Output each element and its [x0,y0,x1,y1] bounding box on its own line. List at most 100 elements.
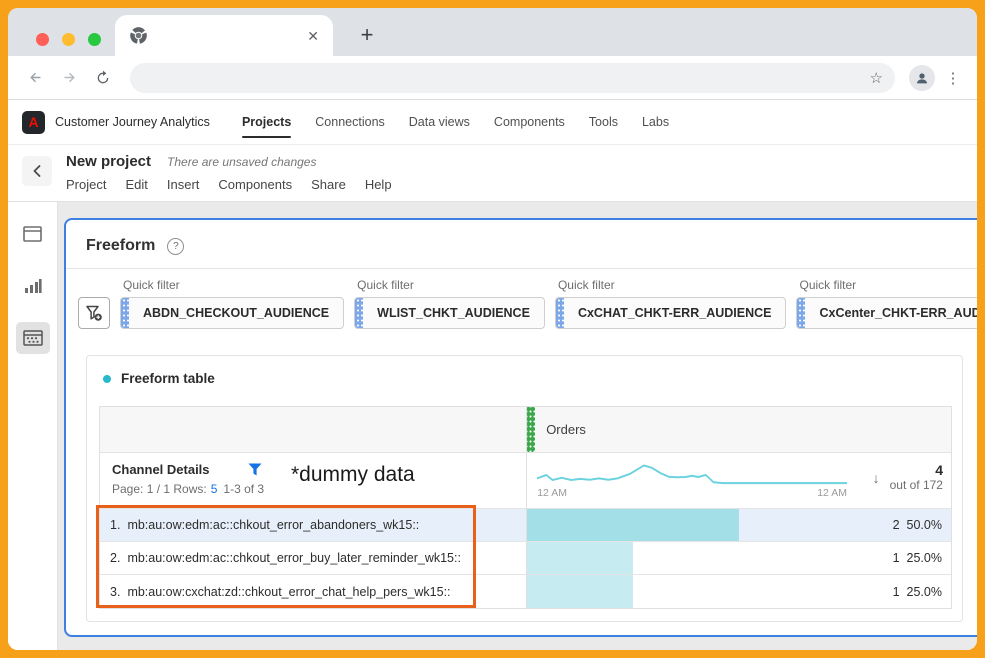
metric-name: Orders [546,422,586,437]
dimension-value: mb:au:ow:edm:ac::chkout_error_abandoners… [127,518,420,532]
address-bar[interactable]: ☆ [130,62,895,93]
quick-filter-3: Quick filter CxCHAT_CHKT-ERR_AUDIENCE [554,278,787,329]
visualization-title: Freeform table [121,371,215,386]
add-filter-button[interactable] [78,297,110,329]
quick-filter-label: Quick filter [799,278,857,292]
nav-item-labs[interactable]: Labs [642,100,669,144]
tab-strip: ✕ + [8,8,977,56]
sparkline-end-label: 12 AM [817,487,847,499]
value-bar [527,542,634,574]
menu-edit[interactable]: Edit [125,177,147,192]
drag-handle-icon[interactable] [797,298,806,328]
new-tab-button[interactable]: + [352,20,382,50]
filter-chip[interactable]: CxCHAT_CHKT-ERR_AUDIENCE [554,297,787,329]
menu-components[interactable]: Components [218,177,292,192]
window-controls [36,33,101,46]
nav-item-projects[interactable]: Projects [241,100,292,144]
nav-item-connections[interactable]: Connections [315,100,385,144]
metric-total-context: out of 172 [889,478,943,492]
row-number: 1. [110,518,121,532]
close-window-button[interactable] [36,33,49,46]
table-row[interactable]: 2. mb:au:ow:edm:ac::chkout_error_buy_lat… [100,542,951,575]
app-nav: A Customer Journey Analytics Projects Co… [8,100,977,145]
product-name: Customer Journey Analytics [55,115,210,129]
dimension-name: Channel Details [112,462,210,477]
drag-handle-icon[interactable] [121,298,129,328]
app-nav-items: Projects Connections Data views Componen… [241,100,669,144]
dimension-value: mb:au:ow:edm:ac::chkout_error_buy_later_… [127,551,461,565]
menu-project[interactable]: Project [66,177,106,192]
nav-item-data-views[interactable]: Data views [409,100,470,144]
rows-per-page-select[interactable]: 5 [211,482,218,496]
help-icon[interactable]: ? [167,237,185,255]
bookmark-star-icon[interactable]: ☆ [870,69,883,87]
menu-insert[interactable]: Insert [167,177,200,192]
quick-filter-label: Quick filter [557,278,615,292]
page-info: Page: 1 / 1 Rows: [112,482,207,496]
visualizations-icon[interactable] [16,270,50,302]
menu-help[interactable]: Help [365,177,392,192]
nav-item-components[interactable]: Components [494,100,565,144]
filter-chip-value: ABDN_CHECKOUT_AUDIENCE [143,306,330,320]
panels-icon[interactable] [16,218,50,250]
browser-tab[interactable]: ✕ [115,15,333,56]
quick-filter-2: Quick filter WLIST_CHKT_AUDIENCE [354,278,545,329]
metric-percent: 25.0% [906,584,942,599]
metric-value: 1 [892,584,900,599]
maximize-window-button[interactable] [88,33,101,46]
column-filter-icon[interactable] [248,463,262,476]
quick-filter-label: Quick filter [123,278,180,292]
minimize-window-button[interactable] [62,33,75,46]
visualization-dot-icon [103,374,111,383]
adobe-logo[interactable]: A [22,110,45,134]
orders-sparkline [536,461,848,489]
table-dimension-header-row: Channel Details Page: 1 / 1 Rows: 5 1-3 of… [100,453,951,509]
metric-percent: 25.0% [906,551,942,565]
panel-title: Freeform [86,237,156,254]
pagination: Page: 1 / 1 Rows: 5 1-3 of 3 [112,482,514,496]
person-icon [917,72,927,83]
row-number: 2. [110,551,121,565]
filter-chip[interactable]: ABDN_CHECKOUT_AUDIENCE [120,297,345,329]
browser-window: ✕ + ☆ ⋮ A Customer Journey Analytics Pro… [8,8,977,650]
menu-share[interactable]: Share [311,177,346,192]
browser-menu-icon[interactable]: ⋮ [943,65,963,91]
metric-percent: 50.0% [906,518,942,532]
metric-summary-cell: 12 AM 12 AM ↓ 4 out of 172 [527,453,951,508]
metric-value: 2 [892,518,900,532]
components-table-icon[interactable] [15,322,50,354]
freeform-panel: Freeform ? Quick filter ABDN_CHECKOUT_AU… [64,218,977,637]
filter-chip-value: WLIST_CHKT_AUDIENCE [377,306,530,320]
table-row[interactable]: 3. mb:au:ow:cxchat:zd::chkout_error_chat… [100,575,951,608]
table-row[interactable]: 1. mb:au:ow:edm:ac::chkout_error_abandon… [100,509,951,542]
table-metric-header-row: Orders [100,407,951,453]
reload-icon[interactable] [90,65,116,91]
forward-icon[interactable] [56,65,82,91]
value-bar [527,575,634,608]
workspace-canvas: Freeform ? Quick filter ABDN_CHECKOUT_AU… [58,202,977,650]
project-title: New project [66,153,152,170]
freeform-table: Orders Channel Details Page: 1 / 1 Rows:… [99,406,952,609]
drag-handle-icon[interactable] [355,298,364,328]
metric-value: 1 [892,551,900,565]
row-number: 3. [110,584,121,599]
filter-chip[interactable]: CxCenter_CHKT-ERR_AUDIENCE [796,297,977,329]
metric-total: 4 [935,462,943,478]
metric-header-cell[interactable]: Orders [527,407,951,452]
tab-close-icon[interactable]: ✕ [307,29,319,43]
back-icon[interactable] [22,65,48,91]
profile-avatar[interactable] [909,64,935,91]
chevron-left-icon [33,165,41,177]
freeform-table-visualization: Freeform table Orders Channel Details Pa… [86,355,963,622]
nav-item-tools[interactable]: Tools [589,100,618,144]
quick-filter-label: Quick filter [357,278,414,292]
collapse-left-panel-button[interactable] [22,156,52,186]
filter-chip[interactable]: WLIST_CHKT_AUDIENCE [354,297,545,329]
sort-descending-icon[interactable]: ↓ [873,470,880,486]
project-menubar: Project Edit Insert Components Share Hel… [66,177,392,192]
drag-handle-icon[interactable] [555,298,564,328]
filter-chip-value: CxCHAT_CHKT-ERR_AUDIENCE [577,306,772,320]
quick-filter-1: Quick filter ABDN_CHECKOUT_AUDIENCE [120,278,345,329]
metric-drag-handle-icon[interactable] [527,407,536,452]
chrome-favicon-icon [130,27,147,44]
